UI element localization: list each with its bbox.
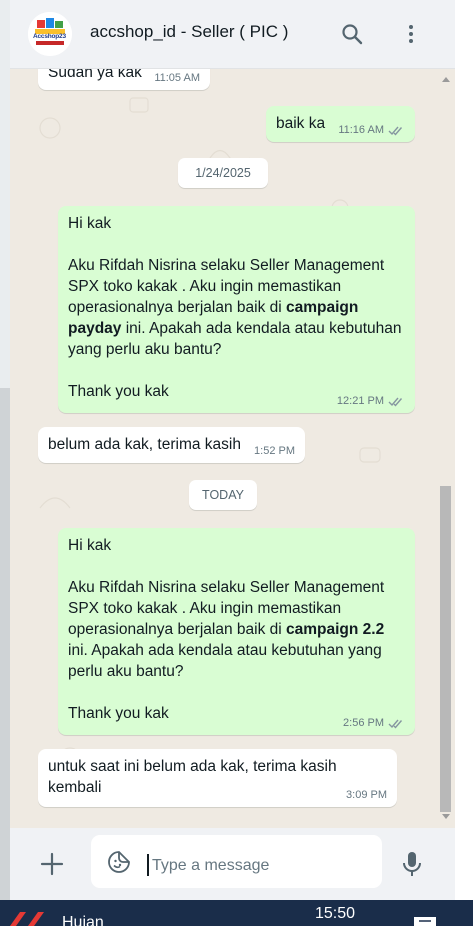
message-line: SPX toko kakak . Aku ingin memastikan [68,278,342,295]
message-incoming[interactable]: untuk saat ini belum ada kak, terima kas… [38,749,397,807]
left-edge-shade [0,388,10,900]
message-line: Hi kak [68,215,112,232]
message-line: kembali [48,779,102,796]
mic-icon[interactable] [400,850,424,878]
message-text: baik ka [276,115,326,132]
bold-text: campaign 2.2 [286,621,385,638]
read-ticks-icon [388,719,403,729]
plus-icon[interactable] [40,852,64,876]
weather-label: Hujan [62,914,104,931]
message-line: perlu aku bantu? [68,663,184,680]
composer: Type a message [10,828,455,900]
message-meta: 1:52 PM [254,444,295,458]
weather-app-icon[interactable] [6,908,52,926]
chat-header[interactable]: Accshop23 accshop_id - Seller ( PIC ) [10,0,455,69]
more-vert-icon[interactable] [399,22,423,46]
sticker-icon[interactable] [107,850,131,874]
message-meta: 12:21 PM [337,394,405,408]
message-time: 3:09 PM [346,789,387,801]
message-meta: 11:05 AM [154,71,200,85]
message-text: belum ada kak, terima kasih [48,436,241,453]
message-list[interactable]: Sudah ya kak 11:05 AM baik ka 11:16 AM 1… [10,68,455,828]
message-outgoing[interactable]: Hi kak Aku Rifdah Nisrina selaku Seller … [58,206,415,413]
message-line: Aku Rifdah Nisrina selaku Seller Managem… [68,257,385,274]
message-body: Hi kak Aku Rifdah Nisrina selaku Seller … [68,535,413,724]
notification-icon[interactable] [414,917,436,926]
message-meta: 2:56 PM [343,716,405,730]
message-text: Sudah ya kak [48,68,142,81]
message-line: Hi kak [68,537,112,554]
message-body: untuk saat ini belum ada kak, terima kas… [48,756,337,798]
avatar-text: Accshop23 [33,33,66,40]
chat-window: Accshop23 accshop_id - Seller ( PIC ) Su… [10,0,455,900]
chat-title: accshop_id - Seller ( PIC ) [90,22,289,41]
os-taskbar: Hujan 15:50 [0,900,473,931]
message-line: ini. Apakah ada kendala atau kebutuhan y… [68,642,382,659]
message-line: SPX toko kakak . Aku ingin memastikan [68,600,342,617]
message-time: 12:21 PM [336,395,384,407]
message-time: 1:52 PM [254,445,295,457]
message-meta: 3:09 PM [346,788,387,802]
message-input[interactable]: Type a message [91,835,382,888]
message-meta: 11:16 AM [338,123,405,137]
message-outgoing[interactable]: baik ka 11:16 AM [266,106,415,142]
message-time: 11:05 AM [154,72,200,84]
message-incoming[interactable]: belum ada kak, terima kasih 1:52 PM [38,427,305,463]
message-line: Aku Rifdah Nisrina selaku Seller Managem… [68,579,385,596]
read-ticks-icon [388,126,403,136]
message-scrollbar-thumb[interactable] [440,486,451,812]
bold-text: payday [68,320,122,337]
read-ticks-icon [388,397,403,407]
text-caret [147,854,149,876]
message-outgoing[interactable]: Hi kak Aku Rifdah Nisrina selaku Seller … [58,528,415,735]
date-separator: TODAY [189,480,257,510]
input-placeholder: Type a message [152,857,270,874]
message-line: operasionalnya berjalan baik di campaign [68,299,359,316]
message-body: Hi kak Aku Rifdah Nisrina selaku Seller … [68,213,413,402]
message-incoming[interactable]: Sudah ya kak 11:05 AM [38,68,210,90]
message-line: operasionalnya berjalan baik di campaign… [68,621,385,638]
message-line: untuk saat ini belum ada kak, terima kas… [48,758,337,775]
clock[interactable]: 15:50 [315,905,355,923]
search-icon[interactable] [340,22,364,46]
message-line: payday ini. Apakah ada kendala atau kebu… [68,320,402,337]
bold-text: campaign [286,299,359,316]
message-time: 11:16 AM [338,124,384,136]
message-time: 2:56 PM [343,717,384,729]
avatar[interactable]: Accshop23 [28,12,72,56]
outer-scrollbar[interactable] [455,0,473,900]
message-line: yang perlu aku bantu? [68,341,222,358]
date-separator: 1/24/2025 [178,158,268,188]
